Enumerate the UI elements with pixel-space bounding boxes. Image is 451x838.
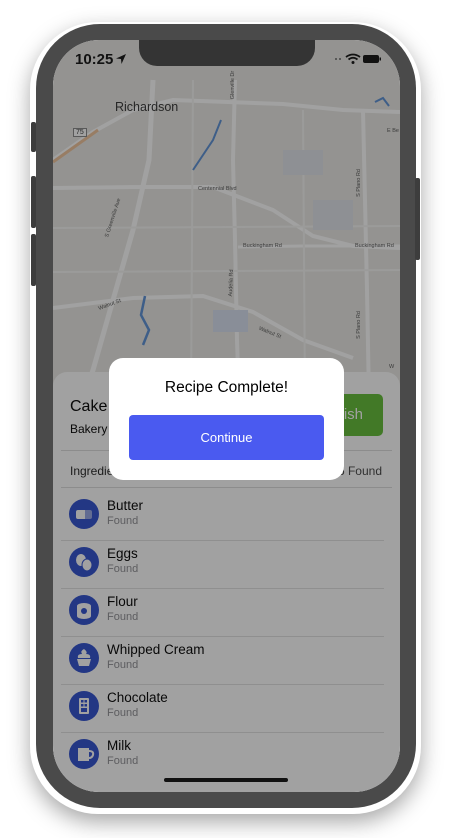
dialog-title: Recipe Complete!: [164, 379, 289, 396]
volume-down-button: [31, 234, 36, 286]
power-button: [415, 178, 420, 260]
recipe-complete-dialog: Recipe Complete! Continue: [109, 358, 344, 480]
home-indicator[interactable]: [164, 778, 288, 782]
continue-button[interactable]: Continue: [129, 415, 324, 460]
mute-switch: [31, 122, 36, 152]
screen: Richardson 75 S Greenville Ave Centennia…: [53, 40, 400, 792]
volume-up-button: [31, 176, 36, 228]
